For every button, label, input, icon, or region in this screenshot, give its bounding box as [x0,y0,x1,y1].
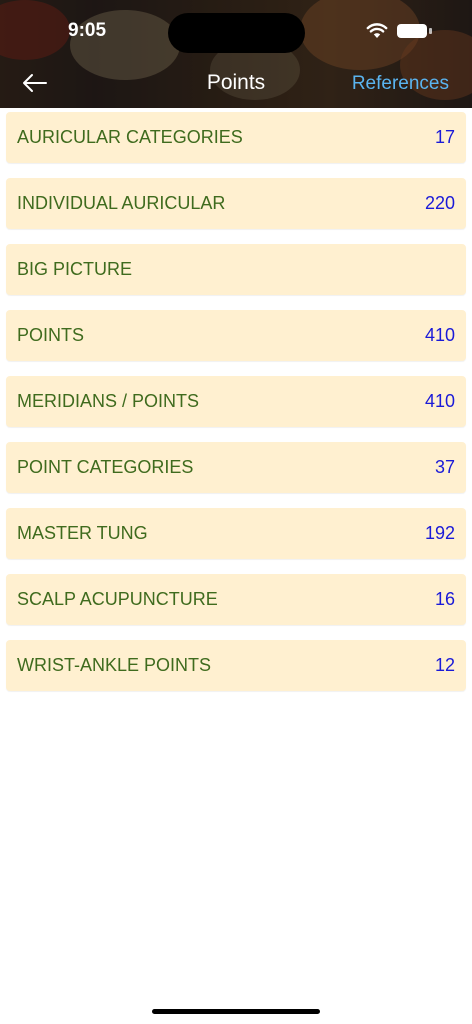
list-item-master-tung[interactable]: MASTER TUNG 192 [6,508,466,559]
list-item-count: 410 [424,325,455,345]
battery-icon [397,24,427,38]
list-item-label: AURICULAR CATEGORIES [17,127,243,147]
list-item-individual-auricular[interactable]: INDIVIDUAL AURICULAR 220 [6,178,466,229]
wifi-icon [366,23,388,38]
list-item-label: MERIDIANS / POINTS [17,391,200,411]
list-item-count: 16 [434,589,455,609]
list-item-count: 192 [424,523,455,543]
list-item-scalp-acupuncture[interactable]: SCALP ACUPUNCTURE 16 [6,574,466,625]
list-item-big-picture[interactable]: BIG PICTURE [6,244,466,295]
list-item-label: POINT CATEGORIES [17,457,194,477]
status-time: 9:05 [68,20,107,41]
list-item-auricular-categories[interactable]: AURICULAR CATEGORIES 17 [6,112,466,163]
list-item-wrist-ankle-points[interactable]: WRIST-ANKLE POINTS 12 [6,640,466,691]
battery-tip [429,28,432,34]
list-item-meridians-points[interactable]: MERIDIANS / POINTS 410 [6,376,466,427]
list-item-points[interactable]: POINTS 410 [6,310,466,361]
home-indicator[interactable] [152,1009,320,1014]
list-item-point-categories[interactable]: POINT CATEGORIES 37 [6,442,466,493]
list-item-count: 410 [424,391,455,411]
references-button[interactable]: References [352,73,449,95]
list-item-count: 37 [434,457,455,477]
list-item-label: BIG PICTURE [17,259,133,279]
list-item-label: WRIST-ANKLE POINTS [17,655,212,675]
list-item-count: 17 [434,127,455,147]
list-item-label: POINTS [17,325,85,345]
list-item-label: MASTER TUNG [17,523,148,543]
list-item-count: 12 [434,655,455,675]
list-item-label: SCALP ACUPUNCTURE [17,589,218,609]
list-item-count: 220 [424,193,455,213]
header-bar: 9:05 Points References [0,0,472,108]
dynamic-island [168,13,305,53]
list-item-label: INDIVIDUAL AURICULAR [17,193,226,213]
